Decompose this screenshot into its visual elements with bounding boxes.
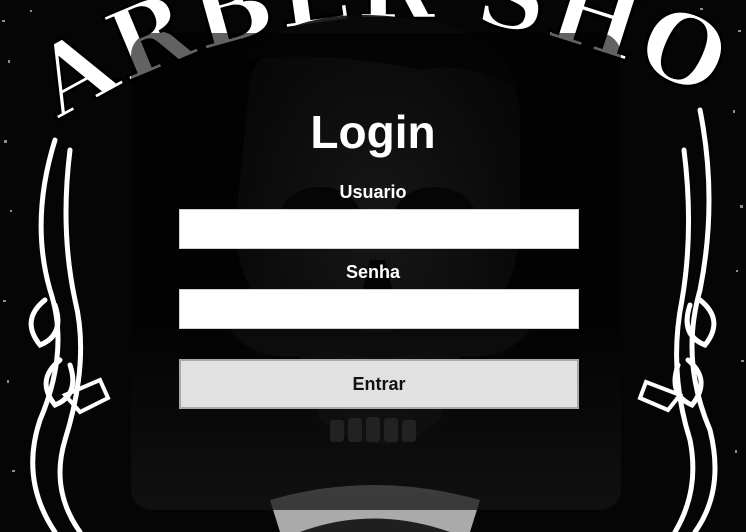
password-label: Senha [345,262,401,282]
right-ornament [672,107,718,532]
username-input[interactable] [179,209,579,249]
login-page: BARBER SHOP [0,0,746,532]
password-input[interactable] [179,289,579,329]
login-title: Login [310,106,436,158]
login-submit-button[interactable]: Entrar [179,359,579,409]
username-label: Usuario [339,182,407,202]
